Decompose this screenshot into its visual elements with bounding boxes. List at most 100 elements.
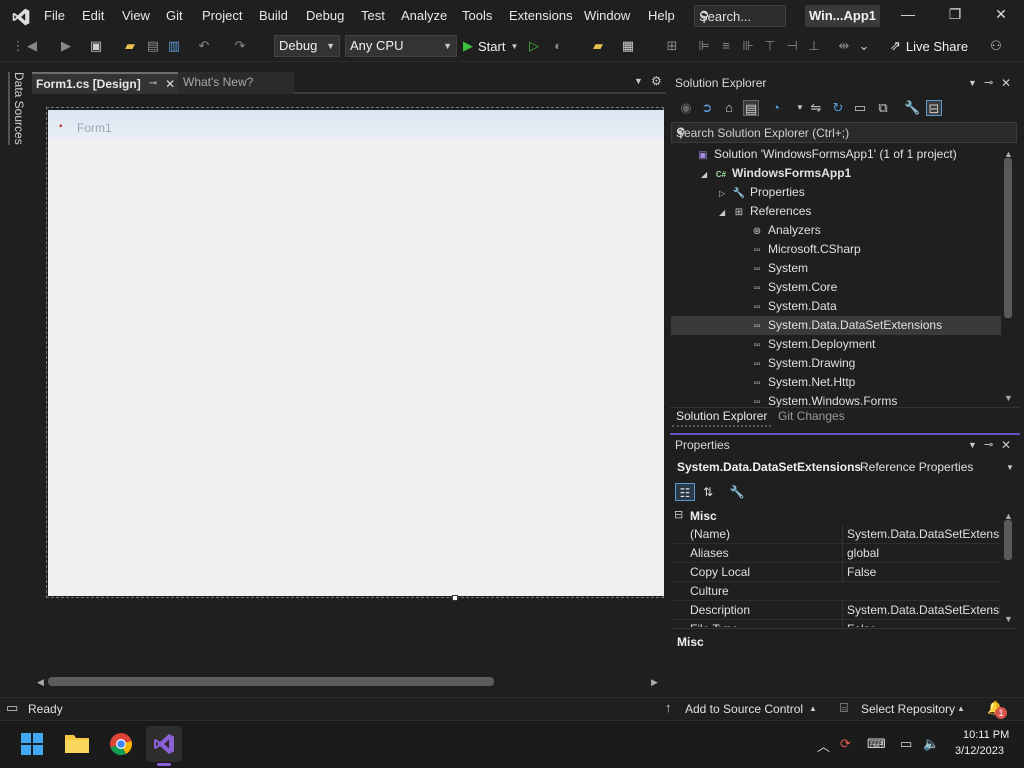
scroll-left-icon[interactable]: ◀: [37, 677, 44, 688]
select-repository-button[interactable]: Select Repository: [861, 702, 955, 716]
menu-edit[interactable]: Edit: [82, 8, 104, 23]
tree-item[interactable]: ▫▫ System.Net.Http: [671, 373, 1001, 392]
pending-changes-filter-icon[interactable]: ◔: [768, 100, 784, 116]
categorized-icon[interactable]: ☷: [675, 483, 695, 501]
panel-options-icon[interactable]: ▼: [968, 78, 977, 88]
form1-titlebar[interactable]: [48, 110, 664, 138]
tree-item[interactable]: ▫▫ System.Drawing: [671, 354, 1001, 373]
property-pages-icon[interactable]: 🔧: [727, 483, 747, 501]
keyboard-icon[interactable]: ⌨: [867, 736, 886, 752]
chevron-down-icon[interactable]: ▼: [676, 128, 1013, 137]
property-row[interactable]: File Type False: [671, 620, 1001, 627]
property-row[interactable]: Aliases global: [671, 544, 1001, 563]
form1-window[interactable]: [48, 110, 664, 596]
home-icon[interactable]: ⌂: [721, 100, 737, 116]
platform-dropdown[interactable]: Any CPU ▼: [345, 35, 457, 57]
layout-icon[interactable]: ▦: [620, 38, 636, 54]
tree-item[interactable]: ◢ ⊞ References: [671, 202, 1001, 221]
clock-date[interactable]: 3/12/2023: [955, 745, 1004, 757]
property-grid-scroll-thumb[interactable]: [1004, 520, 1012, 560]
align-middle-icon[interactable]: ⊣: [784, 38, 800, 54]
expanded-arrow-icon[interactable]: ◢: [701, 165, 713, 184]
maximize-icon[interactable]: ❐: [945, 6, 965, 23]
start-without-debugging-icon[interactable]: ▷: [526, 38, 542, 54]
property-value[interactable]: System.Data.DataSetExtensions: [842, 525, 1000, 544]
refresh-icon[interactable]: ↻: [830, 100, 846, 116]
volume-icon[interactable]: 🔈: [923, 736, 939, 752]
menu-git[interactable]: Git: [166, 8, 183, 23]
property-value[interactable]: global: [842, 544, 1000, 563]
align-grid-icon[interactable]: ⊞: [664, 38, 680, 54]
menu-project[interactable]: Project: [202, 8, 242, 23]
align-bottom-icon[interactable]: ⊥: [806, 38, 822, 54]
menu-window[interactable]: Window: [584, 8, 630, 23]
scroll-down-icon[interactable]: ▼: [1004, 614, 1013, 624]
undo-icon[interactable]: ↶: [196, 38, 212, 54]
collapsed-arrow-icon[interactable]: ▷: [719, 184, 731, 203]
tree-item[interactable]: ▣ Solution 'WindowsFormsApp1' (1 of 1 pro…: [671, 145, 1001, 164]
expanded-arrow-icon[interactable]: ◢: [719, 203, 731, 222]
open-folder-icon[interactable]: ▰: [122, 38, 138, 54]
pin-icon[interactable]: ⊸: [984, 438, 993, 451]
menu-analyze[interactable]: Analyze: [401, 8, 447, 23]
tree-item[interactable]: ▫▫ System.Data.DataSetExtensions: [671, 316, 1001, 335]
pin-icon[interactable]: ⊸: [149, 75, 157, 93]
feedback-icon[interactable]: ⚇: [988, 38, 1004, 54]
scroll-down-icon[interactable]: ▼: [1004, 393, 1013, 403]
tab-git-changes[interactable]: Git Changes: [778, 409, 845, 423]
menu-view[interactable]: View: [122, 8, 150, 23]
property-row[interactable]: Culture: [671, 582, 1001, 601]
close-window-icon[interactable]: ✕: [991, 6, 1011, 23]
solution-tree-scroll-thumb[interactable]: [1004, 158, 1012, 318]
tree-item[interactable]: ▫▫ System.Deployment: [671, 335, 1001, 354]
sync-with-document-icon[interactable]: ⇋: [808, 100, 824, 116]
pin-icon[interactable]: ⊸: [984, 76, 993, 89]
start-button[interactable]: ▶ Start ▼: [463, 36, 518, 56]
redo-icon[interactable]: ↷: [232, 38, 248, 54]
tab-solution-explorer[interactable]: Solution Explorer: [672, 409, 772, 427]
chevron-down-icon[interactable]: ▼: [1006, 463, 1014, 472]
window-title[interactable]: Win...App1: [805, 5, 880, 27]
tab-list-dropdown-icon[interactable]: ▼: [634, 76, 643, 86]
show-all-files-icon[interactable]: ⧉: [875, 100, 891, 116]
chevron-down-icon[interactable]: ▼: [792, 100, 808, 116]
tree-item[interactable]: ▫▫ System: [671, 259, 1001, 278]
tree-item[interactable]: ▫▫ System.Data: [671, 297, 1001, 316]
file-explorer-icon[interactable]: [64, 732, 90, 754]
property-row[interactable]: Copy Local False: [671, 563, 1001, 582]
menu-test[interactable]: Test: [361, 8, 385, 23]
spacing-icon[interactable]: ⇹: [836, 38, 852, 54]
configuration-dropdown[interactable]: Debug ▼: [274, 35, 340, 57]
network-icon[interactable]: ▭: [900, 736, 912, 752]
windows-start-icon[interactable]: [21, 733, 43, 755]
save-icon[interactable]: ▤: [145, 38, 161, 54]
tab-whats-new[interactable]: What's New?: [178, 72, 294, 94]
tree-item[interactable]: ▫▫ System.Core: [671, 278, 1001, 297]
property-value[interactable]: False: [842, 620, 1000, 627]
tree-item[interactable]: ⊛ Analyzers: [671, 221, 1001, 240]
tree-item[interactable]: ◢ C# WindowsFormsApp1: [671, 164, 1001, 183]
preview-selected-icon[interactable]: ⊟: [926, 100, 942, 116]
switch-views-icon[interactable]: ▤: [743, 100, 759, 116]
properties-wrench-icon[interactable]: 🔧: [904, 100, 920, 116]
minimize-icon[interactable]: —: [898, 6, 918, 22]
collapse-category-icon[interactable]: ⊟: [674, 508, 683, 521]
chrome-icon[interactable]: [109, 732, 133, 756]
toolbar-overflow-icon[interactable]: ⌄: [856, 38, 872, 54]
add-to-source-control-button[interactable]: Add to Source Control: [685, 702, 803, 716]
scroll-right-icon[interactable]: ▶: [651, 677, 658, 688]
solution-explorer-search-input[interactable]: Search Solution Explorer (Ctrl+;) ⚲ ▼: [671, 122, 1017, 143]
property-row[interactable]: (Name) System.Data.DataSetExtensions: [671, 525, 1001, 544]
solution-folder-icon[interactable]: ▰: [590, 38, 606, 54]
back-icon[interactable]: ◉: [678, 100, 694, 116]
align-center-icon[interactable]: ≡: [718, 38, 734, 54]
close-panel-icon[interactable]: ✕: [1001, 76, 1011, 90]
align-left-icon[interactable]: ⊫: [696, 38, 712, 54]
menu-help[interactable]: Help: [648, 8, 675, 23]
clock-time[interactable]: 10:11 PM: [963, 729, 1009, 741]
align-top-icon[interactable]: ⊤: [762, 38, 778, 54]
menu-file[interactable]: File: [44, 8, 65, 23]
form-resize-handle[interactable]: [452, 595, 458, 601]
update-icon[interactable]: ⟳: [840, 736, 851, 752]
navigate-forward-icon[interactable]: ▶: [58, 38, 74, 54]
